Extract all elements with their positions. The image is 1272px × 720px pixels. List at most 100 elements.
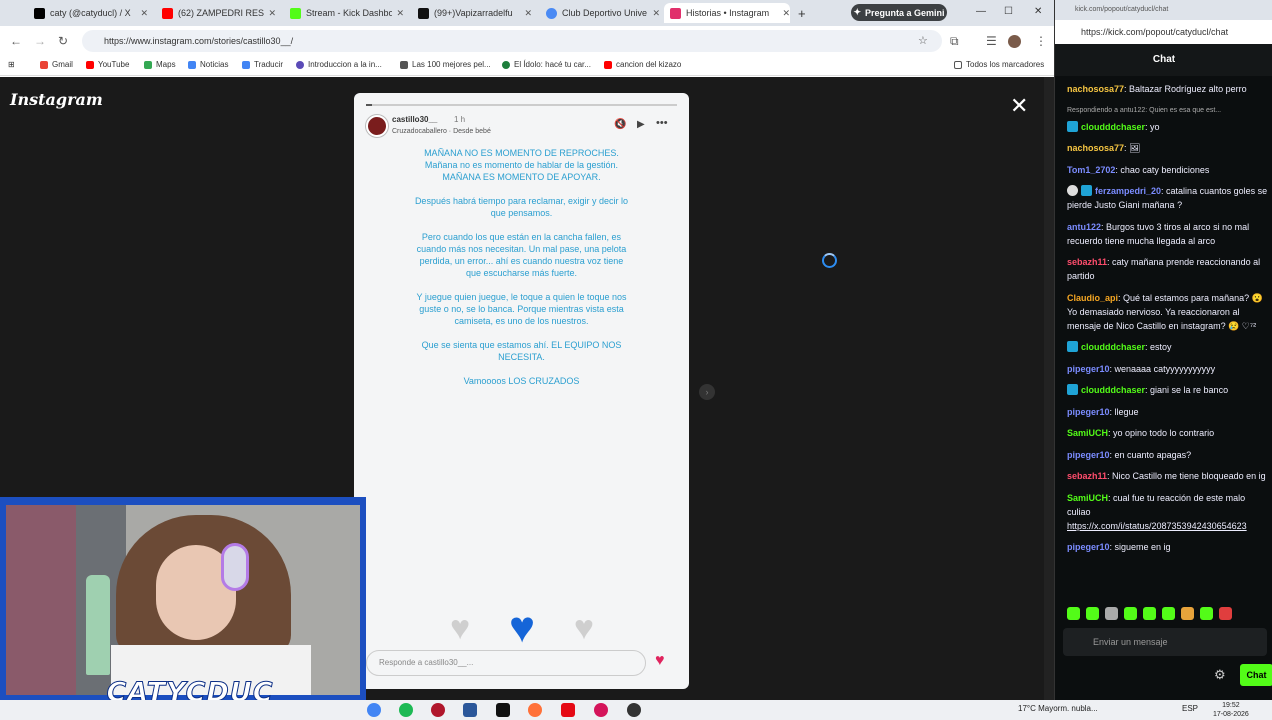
mute-icon[interactable]: 🔇 [614,119,626,130]
hearts-sticker: ♥ ♥ ♥ [450,606,594,650]
chat-username[interactable]: nachososa77 [1067,84,1124,94]
reload-icon[interactable]: ↻ [58,34,68,48]
bookmark-idolo[interactable]: El Ídolo: hacé tu car... [502,60,591,69]
bookmark-traducir[interactable]: Traducir [242,60,283,69]
story-username[interactable]: castillo30__ [392,115,437,124]
tab-instagram[interactable]: Historias • Instagram ✕ [664,3,790,23]
obs-icon[interactable] [627,703,641,717]
extensions-icon[interactable]: ⧉ [950,34,959,49]
chat-username[interactable]: SamiUCH [1067,428,1108,438]
maximize-icon[interactable]: ☐ [1004,6,1013,17]
emote-icon[interactable] [1162,607,1175,620]
chat-username[interactable]: pipeger10 [1067,542,1110,552]
bookmark-intro[interactable]: Introduccion a la in... [296,60,382,69]
chat-username[interactable]: cloudddchaser [1081,122,1145,132]
close-tab-icon[interactable]: ✕ [782,8,790,19]
clock[interactable]: 19:52 17-08-2026 [1213,701,1249,719]
spotify-icon[interactable] [399,703,413,717]
emote-icon[interactable] [1086,607,1099,620]
chrome-icon[interactable] [367,703,381,717]
sidebar-icon[interactable]: ☰ [986,34,997,48]
next-story-icon[interactable]: › [699,384,715,400]
bookmark-peliculas[interactable]: Las 100 mejores pel... [400,60,491,69]
firefox-icon[interactable] [528,703,542,717]
reply-input[interactable]: Responde a castillo30__... [366,650,646,676]
tab-youtube[interactable]: (62) ZAMPEDRI RESCA✕ [156,3,276,23]
bookmark-gmail[interactable]: Gmail [40,60,73,69]
tiktok-icon[interactable] [496,703,510,717]
close-tab-icon[interactable]: ✕ [652,8,660,19]
close-tab-icon[interactable]: ✕ [140,8,148,19]
bookmark-youtube[interactable]: YouTube [86,60,129,69]
chat-username[interactable]: antu122 [1067,222,1101,232]
badge-icon [1067,384,1078,395]
back-icon[interactable]: ← [10,34,22,48]
close-tab-icon[interactable]: ✕ [396,8,404,19]
all-bookmarks[interactable]: Todos los marcadores [954,60,1044,69]
url-input[interactable]: https://www.instagram.com/stories/castil… [82,30,942,52]
forward-icon[interactable]: → [34,34,46,48]
chat-message: nachososa77: 🖼 [1067,141,1271,155]
weather-widget[interactable]: 17°C Mayorm. nubla... [1018,704,1098,713]
chat-username[interactable]: Tom1_2702 [1067,165,1115,175]
chat-username[interactable]: sebazh11 [1067,471,1107,481]
bookmark-maps[interactable]: Maps [144,60,176,69]
minimize-icon[interactable]: — [976,6,986,17]
chat-username[interactable]: sebazh11 [1067,257,1107,267]
chat-username[interactable]: Claudio_api [1067,293,1118,303]
tab-tiktok[interactable]: (99+)Vapizarradelfu ✕ [412,3,532,23]
close-tab-icon[interactable]: ✕ [524,8,532,19]
send-chat-button[interactable]: Chat [1240,664,1272,686]
chat-username[interactable]: nachososa77 [1067,143,1124,153]
tab-x[interactable]: caty (@catyducl) / X ✕ [28,3,148,23]
emote-icon[interactable] [1105,607,1118,620]
netflix-icon[interactable] [561,703,575,717]
story-card[interactable]: castillo30__ 1 h Cruzadocaballero · Desd… [354,93,689,689]
gemini-button[interactable]: ✦ Pregunta a Gemini [851,4,947,21]
language-indicator[interactable]: ESP [1182,704,1198,713]
chat-link[interactable]: https://x.com/i/status/20873539424306546… [1067,521,1247,531]
emote-icon[interactable] [1067,607,1080,620]
chat-message: pipeger10: wenaaaa catyyyyyyyyyyy [1067,362,1271,376]
popout-url[interactable]: https://kick.com/popout/catyducl/chat [1055,20,1272,44]
apps-icon[interactable]: ⊞ [8,60,15,69]
chat-username[interactable]: SamiUCH [1067,493,1108,503]
gear-icon[interactable]: ⚙ [1214,667,1226,683]
like-heart-icon[interactable]: ♥ [655,652,665,670]
emote-icon[interactable] [1181,607,1194,620]
webcam-feed [6,505,360,695]
instagram-logo[interactable]: Instagram [10,90,103,109]
avatar[interactable] [366,115,388,137]
chat-username[interactable]: ferzampedri_20 [1095,186,1161,196]
close-icon[interactable]: ✕ [1010,93,1028,119]
menu-icon[interactable]: ⋮ [1035,34,1047,48]
new-tab-button[interactable]: + [792,3,810,23]
bookmark-cancion[interactable]: cancion del kizazo [604,60,681,69]
tab-kick[interactable]: Stream - Kick Dashbo ✕ [284,3,404,23]
app-icon[interactable] [431,703,445,717]
emote-icon[interactable] [1143,607,1156,620]
emote-icon[interactable] [1200,607,1213,620]
chat-username[interactable]: cloudddchaser [1081,385,1145,395]
scrollbar[interactable] [1044,77,1054,700]
tab-club[interactable]: Club Deportivo Unive ✕ [540,3,660,23]
more-icon[interactable]: ••• [656,117,668,129]
avatar[interactable] [1008,35,1021,48]
story-music[interactable]: Cruzadocaballero · Desde bebé [392,128,491,135]
play-icon[interactable]: ▶ [637,119,645,130]
chat-username[interactable]: pipeger10 [1067,450,1110,460]
chat-username[interactable]: cloudddchaser [1081,342,1145,352]
emote-icon[interactable] [1124,607,1137,620]
bookmark-noticias[interactable]: Noticias [188,60,228,69]
close-tab-icon[interactable]: ✕ [268,8,276,19]
close-window-icon[interactable]: ✕ [1034,6,1042,17]
chat-input[interactable]: Enviar un mensaje [1063,628,1267,656]
chat-username[interactable]: pipeger10 [1067,407,1110,417]
word-icon[interactable] [463,703,477,717]
chat-message: pipeger10: en cuanto apagas? [1067,448,1271,462]
chat-message: pipeger10: llegue [1067,405,1271,419]
emote-icon[interactable] [1219,607,1232,620]
chat-username[interactable]: pipeger10 [1067,364,1110,374]
app-icon[interactable] [594,703,608,717]
star-icon[interactable]: ☆ [918,34,928,47]
